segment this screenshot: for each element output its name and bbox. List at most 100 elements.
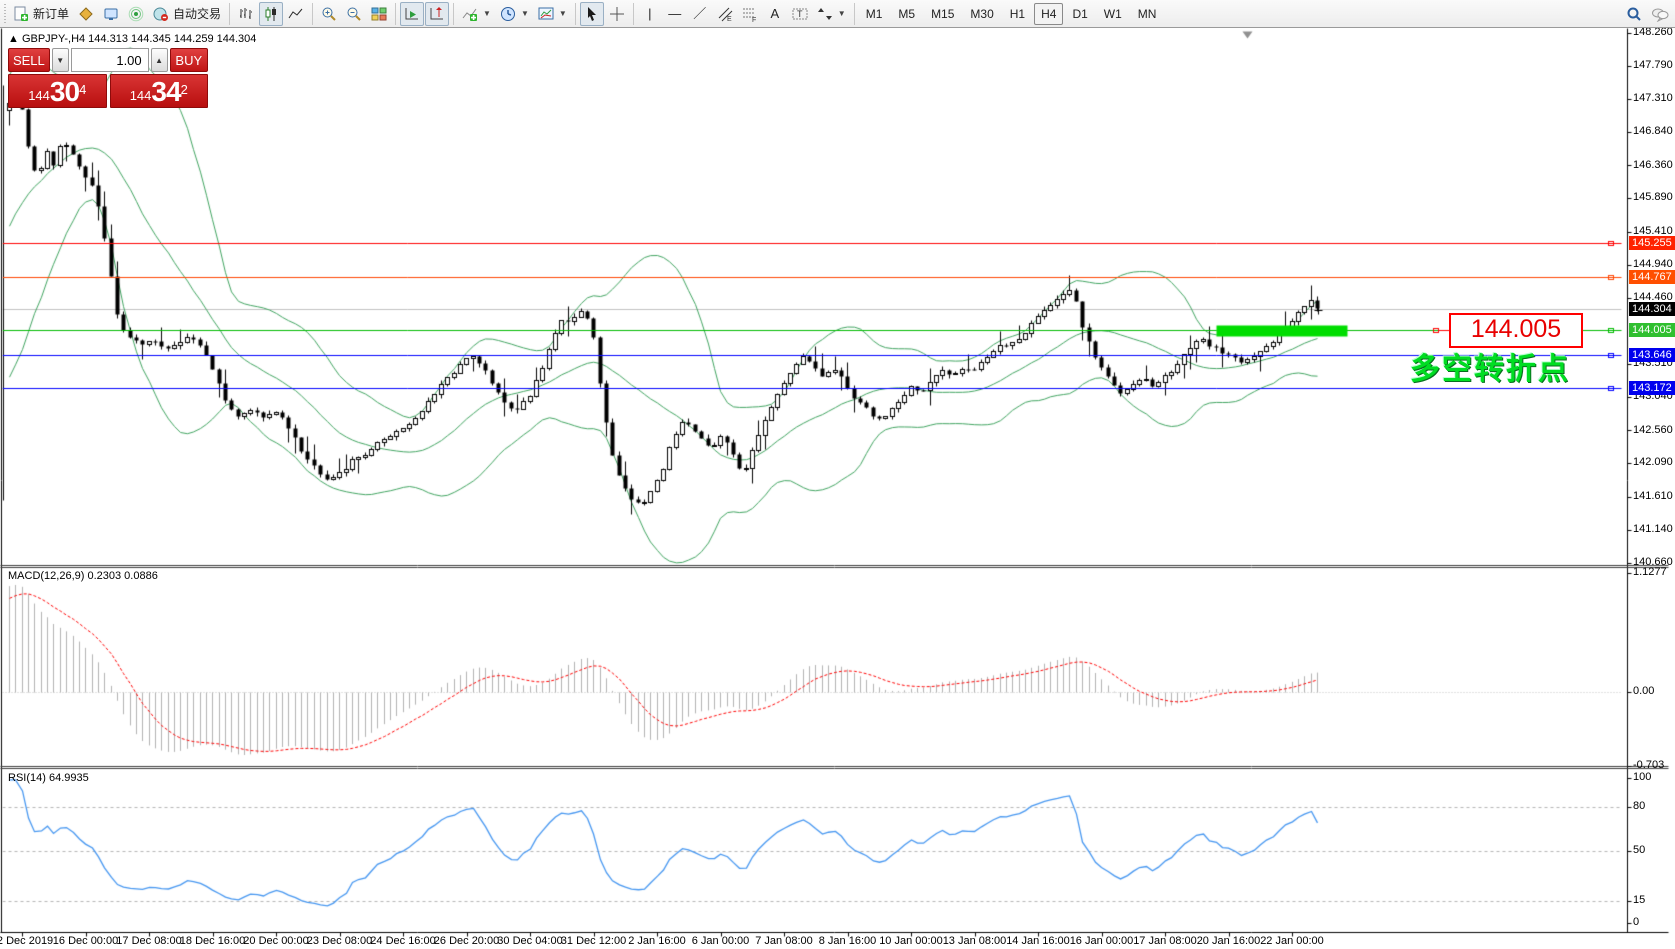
svg-text:F: F [752, 17, 756, 22]
svg-text:E: E [727, 16, 732, 22]
cursor-icon [587, 6, 596, 21]
fibonacci-icon: F [742, 8, 756, 22]
toolbar-separator [229, 2, 231, 25]
buy-price-tile[interactable]: 144 34 2 [109, 74, 208, 108]
toolbar-separator [632, 2, 634, 25]
zoom-out-icon [347, 7, 361, 21]
buy-price-pip: 2 [180, 82, 188, 97]
toolbar: 新订单 自动交易 ▼ ▼ ▼ | — ／ E F A T ▼ M1 M5 M15… [0, 0, 1675, 28]
timeframe-button-h4[interactable]: H4 [1034, 2, 1064, 25]
toolbar-separator [853, 2, 855, 25]
new-order-icon [14, 6, 28, 21]
sell-price-big: 30 [49, 76, 80, 107]
text-label-icon: T [792, 8, 808, 19]
candlestick-chart-icon [265, 6, 277, 21]
crosshair-icon [609, 6, 624, 21]
fibonacci-button[interactable]: F [738, 2, 762, 26]
dropdown-caret: ▼ [483, 9, 491, 18]
trendline-icon: ／ [693, 6, 707, 21]
arrows-icon [817, 7, 832, 20]
clock-icon [500, 6, 515, 21]
sell-button[interactable]: SELL [8, 48, 50, 72]
search-icon [1627, 7, 1641, 21]
equidistant-channel-icon: E [718, 7, 733, 22]
template-button[interactable]: ▼ [534, 2, 571, 26]
price-chart-canvas[interactable] [0, 0, 1675, 949]
toolbar-drag-handle [4, 3, 6, 24]
sell-price-prefix: 144 [28, 88, 50, 103]
text-icon: A [770, 6, 780, 21]
trendline-button[interactable]: ／ [688, 2, 712, 26]
timeframe-button-w1[interactable]: W1 [1097, 3, 1129, 25]
sell-price-pip: 4 [79, 82, 87, 97]
market-watch-icon [104, 8, 118, 20]
timeframe-toolbar: M1 M5 M15 M30 H1 H4 D1 W1 MN [859, 2, 1164, 25]
chat-icon [1652, 8, 1669, 22]
buy-button[interactable]: BUY [169, 48, 208, 72]
timeframe-button-m1[interactable]: M1 [859, 3, 890, 25]
sell-price-tile[interactable]: 144 30 4 [8, 74, 107, 108]
new-order-label: 新订单 [33, 7, 70, 21]
market-watch-button[interactable] [99, 2, 123, 26]
signals-icon [128, 6, 144, 21]
svg-text:T: T [797, 9, 803, 19]
one-click-trading-panel: SELL ▼ ▲ BUY 144304 144342 [8, 48, 208, 108]
profiles-icon [79, 6, 93, 21]
chat-button[interactable] [1647, 2, 1673, 26]
tile-windows-icon [371, 7, 387, 20]
toolbar-separator [312, 2, 314, 25]
zoom-in-button[interactable] [317, 2, 341, 26]
auto-scroll-button[interactable] [400, 1, 425, 26]
buy-price-prefix: 144 [129, 88, 152, 103]
autotrading-button[interactable]: 自动交易 [149, 2, 225, 26]
horizontal-line-button[interactable]: — [663, 2, 687, 26]
chart-shift-button[interactable] [425, 1, 450, 26]
arrows-button[interactable]: ▼ [813, 2, 850, 26]
dropdown-caret: ▼ [837, 9, 846, 18]
horizontal-line-icon: — [668, 6, 682, 21]
toolbar-separator [395, 2, 397, 25]
add-indicator-icon [462, 8, 478, 21]
signals-button[interactable] [124, 2, 148, 26]
chart-window[interactable]: ▲ GBPJPY-,H4 144.313 144.345 144.259 144… [0, 0, 1675, 949]
dropdown-caret: ▼ [520, 9, 529, 18]
candlestick-chart-button[interactable] [259, 1, 284, 26]
zoom-out-button[interactable] [342, 2, 366, 26]
period-selector-button[interactable]: ▼ [496, 2, 533, 26]
add-indicator-button[interactable]: ▼ [458, 2, 495, 26]
toolbar-separator [574, 2, 576, 25]
timeframe-button-d1[interactable]: D1 [1065, 3, 1094, 25]
line-chart-button[interactable] [284, 2, 308, 26]
volume-decrease-button[interactable]: ▼ [51, 48, 69, 72]
search-button[interactable] [1622, 2, 1646, 26]
cursor-button[interactable] [579, 1, 604, 26]
chart-shift-icon [430, 6, 444, 19]
text-button[interactable]: A [763, 2, 787, 26]
vertical-line-icon: | [648, 6, 652, 21]
zoom-in-icon [322, 7, 336, 21]
buy-price-big: 34 [151, 76, 181, 107]
timeframe-button-m5[interactable]: M5 [891, 3, 922, 25]
autotrading-icon [153, 7, 169, 21]
vertical-line-button[interactable]: | [638, 2, 662, 26]
autotrading-label: 自动交易 [173, 7, 222, 21]
bar-chart-button[interactable] [234, 2, 258, 26]
template-icon [538, 7, 554, 19]
volume-input[interactable] [70, 48, 149, 72]
new-order-button[interactable]: 新订单 [9, 2, 73, 26]
text-label-button[interactable]: T [788, 2, 812, 26]
timeframe-button-h1[interactable]: H1 [1003, 3, 1032, 25]
timeframe-button-m15[interactable]: M15 [924, 3, 961, 25]
equidistant-channel-button[interactable]: E [713, 2, 737, 26]
crosshair-button[interactable] [605, 2, 629, 26]
dropdown-caret: ▼ [558, 9, 567, 18]
timeframe-button-mn[interactable]: MN [1131, 3, 1164, 25]
profiles-button[interactable] [74, 2, 98, 26]
volume-increase-button[interactable]: ▲ [150, 48, 168, 72]
toolbar-separator [453, 2, 455, 25]
tile-windows-button[interactable] [367, 2, 391, 26]
timeframe-button-m30[interactable]: M30 [963, 3, 1000, 25]
bar-chart-icon [240, 7, 253, 19]
auto-scroll-icon [405, 7, 419, 19]
line-chart-icon [288, 8, 303, 18]
